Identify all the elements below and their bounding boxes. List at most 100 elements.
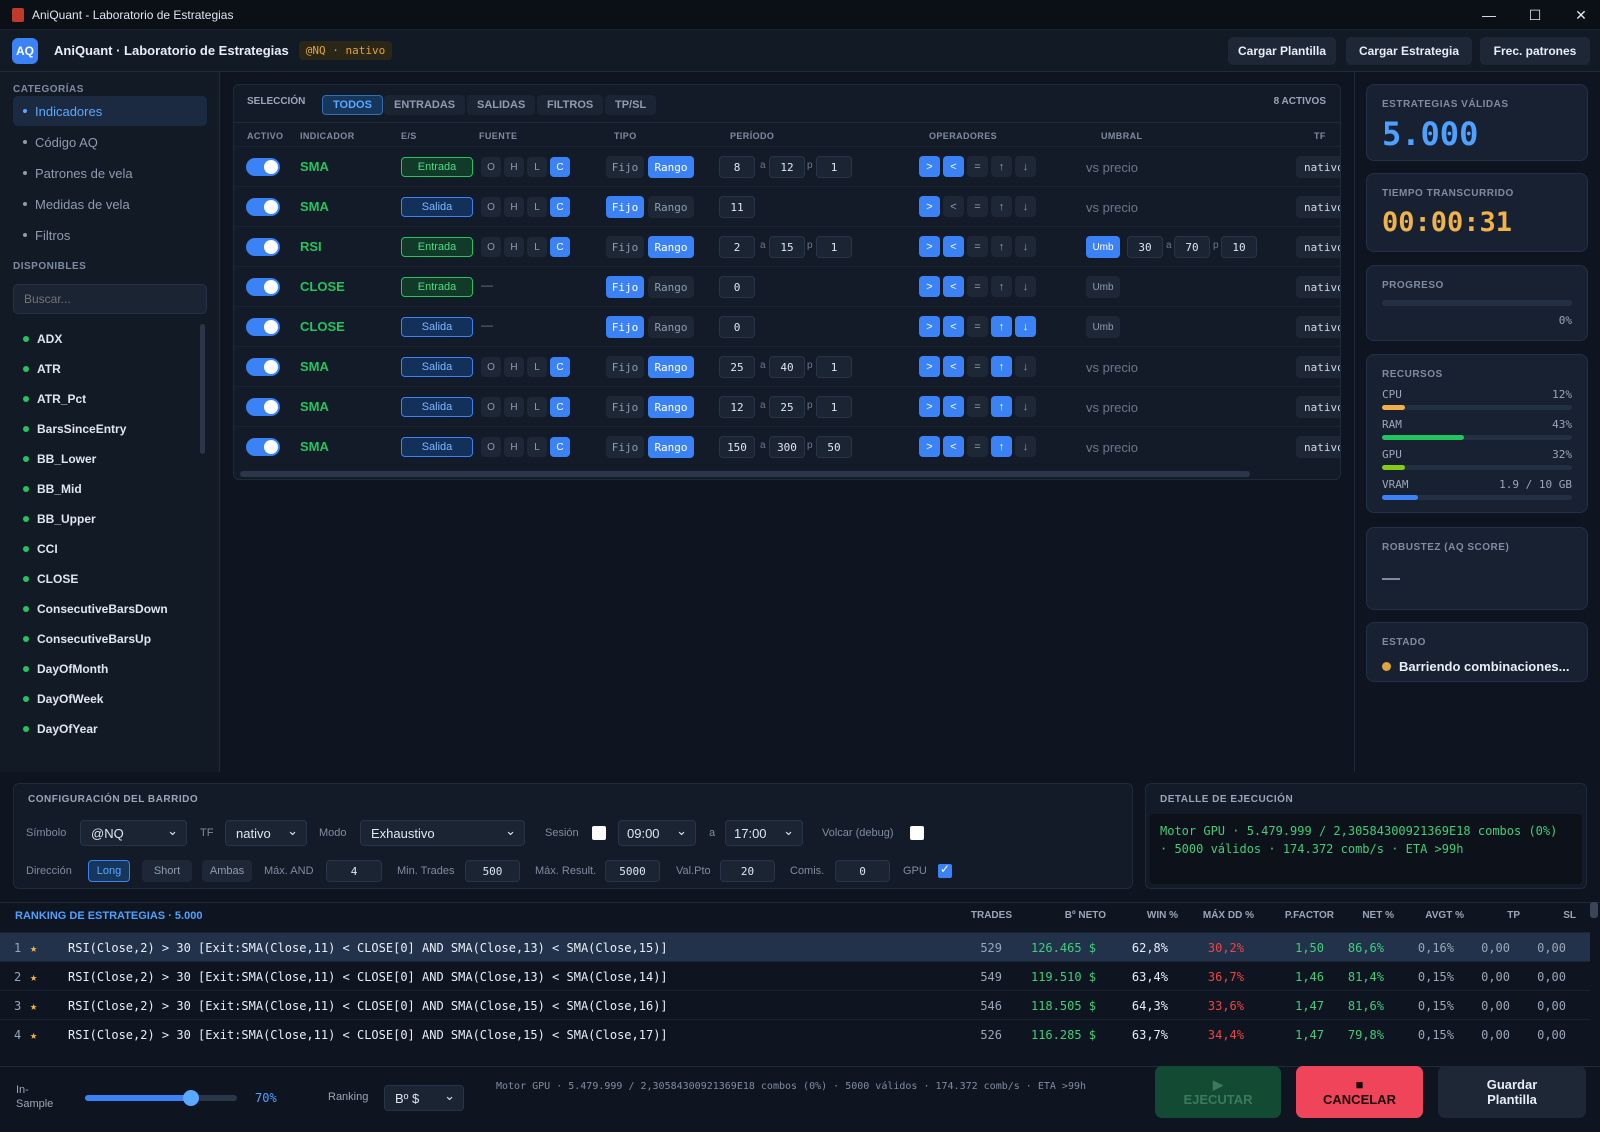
operator-button[interactable]: = — [967, 276, 988, 297]
timeframe-select[interactable]: nativo — [1296, 156, 1340, 178]
sidebar-scrollbar[interactable] — [200, 324, 205, 454]
type-fijo-button[interactable]: Fijo — [606, 236, 644, 258]
max-result-input[interactable]: 5000 — [605, 860, 660, 882]
threshold-toggle-button[interactable]: Umb — [1086, 236, 1120, 258]
period-step-input[interactable]: 1 — [816, 356, 852, 378]
type-rango-button[interactable]: Rango — [648, 196, 694, 218]
operator-button[interactable]: > — [919, 196, 940, 217]
operator-button[interactable]: ↑ — [991, 396, 1012, 417]
source-l-button[interactable]: L — [527, 397, 547, 417]
type-fijo-button[interactable]: Fijo — [606, 156, 644, 178]
operator-button[interactable]: ↑ — [991, 276, 1012, 297]
entry-exit-badge[interactable]: Salida — [401, 317, 473, 337]
star-icon[interactable]: ★ — [30, 941, 37, 955]
operator-button[interactable]: < — [943, 356, 964, 377]
operator-button[interactable]: > — [919, 436, 940, 457]
operator-button[interactable]: > — [919, 236, 940, 257]
ranking-scrollbar[interactable] — [1590, 902, 1598, 918]
session-to-input[interactable]: 17:00 — [725, 820, 803, 846]
max-and-input[interactable]: 4 — [326, 860, 382, 882]
category-patrones-vela[interactable]: Patrones de vela — [13, 158, 207, 188]
available-item[interactable]: DayOfWeek — [13, 684, 198, 714]
tf-select[interactable]: nativo — [225, 820, 307, 846]
run-button[interactable]: ▶ EJECUTAR — [1155, 1066, 1281, 1118]
operator-button[interactable]: ↓ — [1015, 236, 1036, 257]
source-l-button[interactable]: L — [527, 157, 547, 177]
period-input[interactable]: 0 — [719, 316, 755, 338]
threshold-step-input[interactable]: 10 — [1221, 236, 1257, 258]
ranking-row[interactable]: 1 RSI(Close,2) > 30 [Exit:SMA(Close,11) <… — [0, 932, 1590, 961]
period-to-input[interactable]: 12 — [769, 156, 805, 178]
filter-entradas-tab[interactable]: ENTRADAS — [384, 95, 466, 115]
operator-button[interactable]: > — [919, 356, 940, 377]
available-item[interactable]: CLOSE — [13, 564, 198, 594]
threshold-toggle-button[interactable]: Umb — [1086, 316, 1120, 338]
gpu-checkbox[interactable] — [938, 862, 952, 878]
type-fijo-button[interactable]: Fijo — [606, 316, 644, 338]
ranking-row[interactable]: 4 RSI(Close,2) > 30 [Exit:SMA(Close,11) <… — [0, 1019, 1590, 1048]
operator-button[interactable]: ↓ — [1015, 196, 1036, 217]
active-toggle[interactable] — [246, 278, 280, 296]
operator-button[interactable]: = — [967, 316, 988, 337]
operator-button[interactable]: > — [919, 396, 940, 417]
dump-checkbox[interactable] — [910, 826, 924, 840]
source-h-button[interactable]: H — [504, 397, 524, 417]
source-h-button[interactable]: H — [504, 157, 524, 177]
period-to-input[interactable]: 300 — [769, 436, 805, 458]
operator-button[interactable]: < — [943, 196, 964, 217]
insample-slider-handle[interactable] — [183, 1090, 200, 1106]
available-item[interactable]: BarsSinceEntry — [13, 414, 198, 444]
source-o-button[interactable]: O — [481, 197, 501, 217]
period-input[interactable]: 11 — [719, 196, 755, 218]
available-item[interactable]: BB_Upper — [13, 504, 198, 534]
source-h-button[interactable]: H — [504, 197, 524, 217]
active-toggle[interactable] — [246, 318, 280, 336]
source-h-button[interactable]: H — [504, 437, 524, 457]
entry-exit-badge[interactable]: Entrada — [401, 157, 473, 177]
type-fijo-button[interactable]: Fijo — [606, 276, 644, 298]
timeframe-select[interactable]: nativo — [1296, 236, 1340, 258]
direction-long-button[interactable]: Long — [88, 860, 130, 882]
entry-exit-badge[interactable]: Entrada — [401, 237, 473, 257]
type-rango-button[interactable]: Rango — [648, 156, 694, 178]
horizontal-scrollbar[interactable] — [240, 471, 1250, 477]
operator-button[interactable]: > — [919, 316, 940, 337]
timeframe-select[interactable]: nativo — [1296, 356, 1340, 378]
operator-button[interactable]: ↑ — [991, 316, 1012, 337]
cancel-button[interactable]: ■ CANCELAR — [1296, 1066, 1423, 1118]
timeframe-select[interactable]: nativo — [1296, 276, 1340, 298]
entry-exit-badge[interactable]: Salida — [401, 357, 473, 377]
type-rango-button[interactable]: Rango — [648, 356, 694, 378]
source-h-button[interactable]: H — [504, 357, 524, 377]
period-from-input[interactable]: 25 — [719, 356, 755, 378]
type-fijo-button[interactable]: Fijo — [606, 196, 644, 218]
operator-button[interactable]: = — [967, 156, 988, 177]
type-rango-button[interactable]: Rango — [648, 396, 694, 418]
available-item[interactable]: BB_Mid — [13, 474, 198, 504]
source-o-button[interactable]: O — [481, 237, 501, 257]
available-item[interactable]: ADX — [13, 324, 198, 354]
operator-button[interactable]: ↓ — [1015, 276, 1036, 297]
active-toggle[interactable] — [246, 358, 280, 376]
indicator-search-input[interactable] — [13, 284, 207, 314]
session-from-input[interactable]: 09:00 — [618, 820, 696, 846]
operator-button[interactable]: < — [943, 156, 964, 177]
operator-button[interactable]: > — [919, 156, 940, 177]
active-toggle[interactable] — [246, 158, 280, 176]
active-toggle[interactable] — [246, 438, 280, 456]
timeframe-select[interactable]: nativo — [1296, 196, 1340, 218]
category-codigo-aq[interactable]: Código AQ — [13, 127, 207, 157]
operator-button[interactable]: = — [967, 396, 988, 417]
operator-button[interactable]: < — [943, 316, 964, 337]
direction-short-button[interactable]: Short — [142, 860, 192, 882]
source-l-button[interactable]: L — [527, 357, 547, 377]
operator-button[interactable]: < — [943, 436, 964, 457]
load-template-button[interactable]: Cargar Plantilla — [1228, 37, 1336, 65]
mode-select[interactable]: Exhaustivo — [360, 820, 525, 846]
ranking-select[interactable]: Bº $ — [384, 1085, 464, 1111]
type-fijo-button[interactable]: Fijo — [606, 356, 644, 378]
available-item[interactable]: ConsecutiveBarsDown — [13, 594, 198, 624]
type-rango-button[interactable]: Rango — [648, 236, 694, 258]
type-fijo-button[interactable]: Fijo — [606, 436, 644, 458]
threshold-min-input[interactable]: 30 — [1127, 236, 1163, 258]
